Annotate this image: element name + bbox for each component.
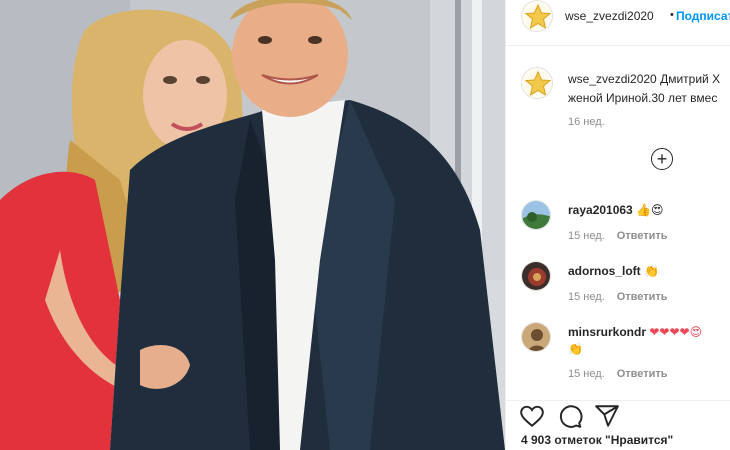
comment-time: 15 нед. <box>568 368 605 380</box>
comment-item: minsrurkondr ❤❤❤❤😍 👏 15 нед. Ответить <box>506 322 730 392</box>
comment-username[interactable]: minsrurkondr <box>568 325 646 339</box>
post-action-bar <box>506 400 730 430</box>
post-side-panel: wse_zvezdi2020 • Подписат wse_zvezdi2020… <box>505 0 730 450</box>
comment-avatar[interactable] <box>521 200 551 230</box>
comment-text: raya201063 👍😍 <box>568 203 664 217</box>
caption-timestamp: 16 нед. <box>568 116 605 128</box>
comment-emoji: 👍😍 <box>636 203 664 217</box>
caption-body-line2: женой Ириной.30 лет вмес <box>568 91 718 105</box>
plus-circle-icon[interactable]: + <box>651 148 673 170</box>
author-username[interactable]: wse_zvezdi2020 <box>565 9 654 23</box>
comment-emoji: ❤❤❤❤😍 <box>649 325 703 339</box>
avatar-image <box>522 262 550 290</box>
comment-avatar[interactable] <box>521 322 551 352</box>
reply-button[interactable]: Ответить <box>617 230 668 242</box>
comment-item: raya201063 👍😍 15 нед. Ответить <box>506 200 730 260</box>
comment-icon[interactable] <box>557 403 583 429</box>
comment-emoji-line2: 👏 <box>568 342 583 356</box>
separator-dot: • <box>670 9 674 21</box>
reply-button[interactable]: Ответить <box>617 291 668 303</box>
comment-username[interactable]: raya201063 <box>568 203 633 217</box>
comment-text: adornos_loft 👏 <box>568 264 659 278</box>
caption-text: wse_zvezdi2020 Дмитрий Х женой Ириной.30… <box>568 70 728 108</box>
avatar-image <box>522 201 550 229</box>
post-photo[interactable] <box>0 0 505 450</box>
reply-button[interactable]: Ответить <box>617 368 668 380</box>
comment-time: 15 нед. <box>568 291 605 303</box>
post-header: wse_zvezdi2020 • Подписат <box>506 0 730 46</box>
caption-username[interactable]: wse_zvezdi2020 <box>568 72 657 86</box>
comment-emoji: 👏 <box>644 264 659 278</box>
caption-avatar[interactable] <box>521 67 553 99</box>
share-icon[interactable] <box>594 403 620 429</box>
comment-avatar[interactable] <box>521 261 551 291</box>
caption-body-line1: Дмитрий Х <box>660 72 721 86</box>
star-icon <box>524 3 552 30</box>
post-caption: wse_zvezdi2020 Дмитрий Х женой Ириной.30… <box>506 64 730 144</box>
comment-item: adornos_loft 👏 15 нед. Ответить <box>506 261 730 321</box>
author-avatar[interactable] <box>521 0 553 32</box>
comment-meta: 15 нед. Ответить <box>568 291 668 303</box>
comment-text: minsrurkondr ❤❤❤❤😍 <box>568 325 702 339</box>
comment-time: 15 нед. <box>568 230 605 242</box>
follow-button[interactable]: Подписат <box>676 9 730 23</box>
avatar-image <box>522 323 550 351</box>
likes-count[interactable]: 4 903 отметок "Нравится" <box>521 433 673 447</box>
heart-icon[interactable] <box>519 403 545 429</box>
photo-illustration <box>0 0 505 450</box>
comment-meta: 15 нед. Ответить <box>568 230 668 242</box>
comment-meta: 15 нед. Ответить <box>568 368 668 380</box>
star-icon <box>524 70 552 97</box>
comment-username[interactable]: adornos_loft <box>568 264 641 278</box>
